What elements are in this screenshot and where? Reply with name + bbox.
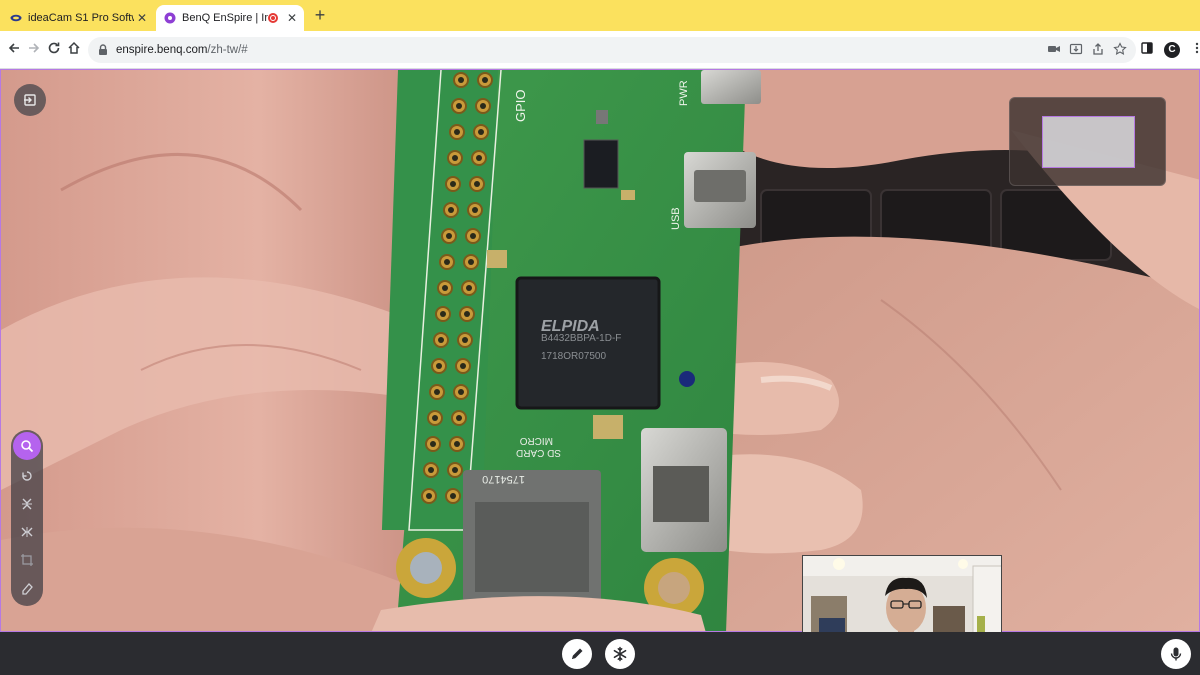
url-text: enspire.benq.com/zh-tw/# [116, 44, 248, 56]
profile-avatar[interactable]: C [1164, 42, 1180, 58]
lock-icon [99, 44, 107, 55]
tab-title: ideaCam S1 Pro Software & Dr [28, 12, 134, 24]
install-app-icon[interactable] [1068, 42, 1084, 58]
eraser-tool-button[interactable] [13, 574, 41, 602]
benq-favicon-icon [10, 14, 22, 22]
zoom-viewport-frame[interactable] [1042, 116, 1135, 168]
sd-label-line1: MICRO [519, 435, 553, 446]
forward-icon[interactable] [24, 40, 44, 60]
tab-title: BenQ EnSpire | Inspire peo [182, 12, 268, 24]
exit-button[interactable] [14, 84, 46, 116]
freeze-button[interactable] [605, 639, 635, 669]
tool-palette [11, 430, 43, 606]
usb-label: USB [670, 207, 682, 230]
bookmark-star-icon[interactable] [1112, 42, 1128, 58]
exit-fullscreen-icon [24, 94, 36, 106]
enspire-favicon-icon [164, 12, 176, 24]
zoom-tool-button[interactable] [13, 432, 41, 460]
zoom-icon [21, 440, 34, 453]
tab-ideacam[interactable]: ideaCam S1 Pro Software & Dr ✕ [0, 5, 154, 31]
annotate-button[interactable] [562, 639, 592, 669]
side-panel-icon[interactable] [1138, 41, 1156, 59]
tab-close-icon[interactable]: ✕ [134, 11, 150, 25]
camera-in-use-icon[interactable] [1046, 42, 1062, 58]
tab-enspire[interactable]: BenQ EnSpire | Inspire peo ✕ [156, 5, 304, 31]
zoom-navigator[interactable] [1009, 97, 1166, 186]
gpio-label: GPIO [513, 89, 528, 122]
sd-label-line2: SD CARD [516, 447, 561, 458]
sd-serial: 1754170 [482, 473, 525, 485]
recording-icon [268, 13, 278, 23]
menu-kebab-icon[interactable] [1188, 41, 1200, 59]
home-icon[interactable] [64, 40, 84, 60]
new-tab-icon[interactable]: + [310, 6, 330, 26]
reload-icon[interactable] [44, 40, 64, 60]
crop-tool-button[interactable] [13, 546, 41, 574]
rotate-tool-button[interactable] [13, 462, 41, 490]
back-icon[interactable] [4, 40, 24, 60]
eraser-icon [22, 583, 33, 595]
microphone-button[interactable] [1161, 639, 1191, 669]
pwr-label: PWR [678, 80, 690, 106]
flip-vertical-button[interactable] [13, 490, 41, 518]
browser-tab-bar: ideaCam S1 Pro Software & Dr ✕ BenQ EnSp… [0, 0, 1200, 31]
rotate-icon [22, 471, 32, 481]
flip-horizontal-icon [21, 527, 33, 537]
browser-toolbar: enspire.benq.com/zh-tw/# C [0, 31, 1200, 69]
chip-part-number: B4432BBPA-1D-F [541, 333, 621, 344]
flip-vertical-icon [22, 498, 32, 510]
chip-lot-number: 1718OR07500 [541, 351, 606, 362]
snowflake-icon [613, 646, 627, 662]
pen-icon [572, 648, 583, 659]
tab-close-icon[interactable]: ✕ [284, 11, 300, 25]
share-icon[interactable] [1090, 42, 1106, 58]
microphone-icon [1170, 647, 1182, 661]
bottom-control-bar [0, 632, 1200, 675]
flip-horizontal-button[interactable] [13, 518, 41, 546]
address-bar[interactable]: enspire.benq.com/zh-tw/# [88, 37, 1136, 63]
crop-icon [21, 554, 33, 566]
